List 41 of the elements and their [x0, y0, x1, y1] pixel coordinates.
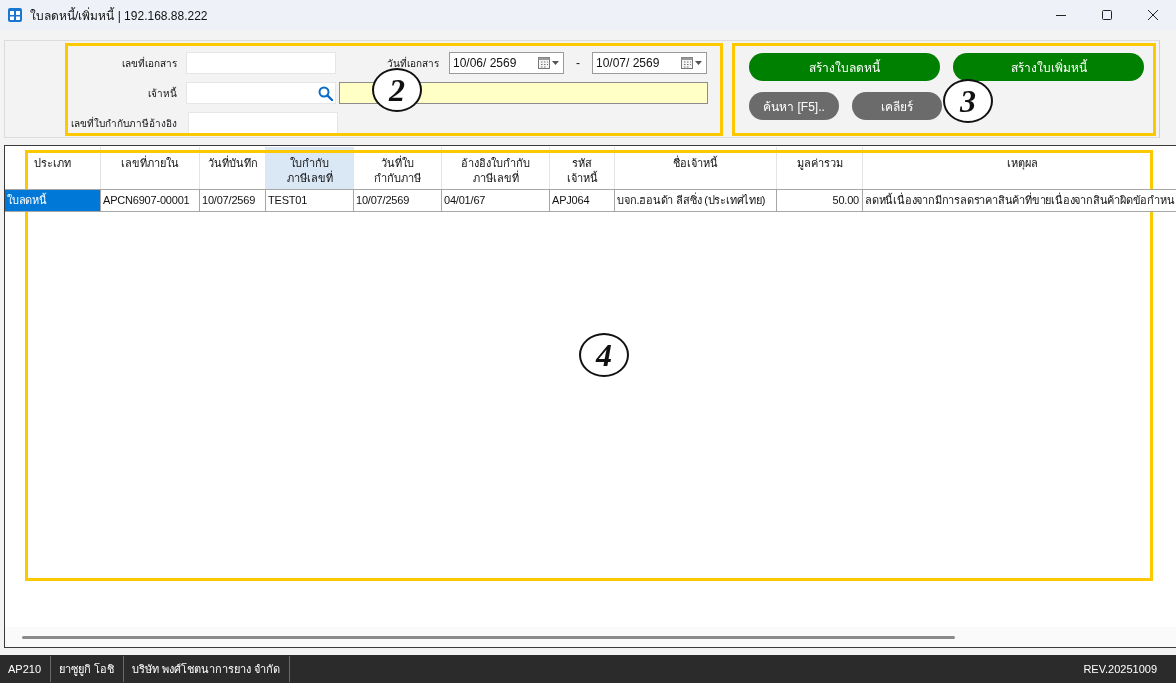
table-cell[interactable]: 04/01/67	[442, 189, 550, 212]
window-title: ใบลดหนี้/เพิ่มหนี้ | 192.168.88.222	[30, 6, 208, 25]
date-to-field[interactable]: 10/07/ 2569	[592, 52, 707, 74]
table-cell[interactable]: 10/07/2569	[354, 189, 442, 212]
create-button[interactable]: สร้างใบลดหนี้	[749, 53, 940, 81]
calendar-caret-icon[interactable]	[538, 57, 560, 69]
table-cell[interactable]: 50.00	[777, 189, 863, 212]
tax-invoice-reference-field[interactable]	[188, 112, 338, 134]
callout-number: 3	[943, 79, 993, 123]
scrollbar-thumb[interactable]	[22, 635, 955, 639]
callout-number: 2	[372, 68, 422, 112]
action-button[interactable]: เคลียร์	[852, 92, 942, 120]
field-label: เจ้าหนี้	[147, 85, 177, 101]
grid-app-icon	[8, 8, 22, 22]
status-text: ยาซูยูกิ โอชิ	[51, 656, 125, 682]
status-text: AP210	[0, 656, 52, 682]
field-label: เลขที่เอกสาร	[121, 55, 177, 71]
creditor-code-field[interactable]	[186, 82, 336, 104]
search-icon[interactable]	[318, 85, 333, 101]
action-button[interactable]: ค้นหา [F5]..	[749, 92, 839, 120]
table-cell[interactable]: APCN6907-00001	[101, 189, 200, 212]
maximize-icon[interactable]	[1102, 10, 1112, 20]
range-separator: -	[575, 56, 581, 70]
table-cell[interactable]: ลดหนี้เนื่องจากมีการลดราคาสินค้าที่ขายเนื่องจากสินค้าผิดข้อกำหน	[863, 189, 1176, 212]
table-cell[interactable]: TEST01	[266, 189, 354, 212]
table-cell[interactable]: ใบลดหนี้	[5, 189, 101, 212]
calendar-caret-icon[interactable]	[681, 57, 703, 69]
field-label: เลขที่ใบกำกับภาษีอ้างอิง	[70, 115, 177, 131]
close-icon[interactable]	[1148, 10, 1158, 20]
callout-number: 4	[579, 333, 629, 377]
create-button[interactable]: สร้างใบเพิ่มหนี้	[953, 53, 1144, 81]
date-from-field[interactable]: 10/06/ 2569	[449, 52, 564, 74]
table-cell[interactable]: บจก.ฮอนด้า ลีสซิ่ง (ประเทศไทย)	[615, 189, 777, 212]
field-label: วันที่เอกสาร	[386, 55, 439, 71]
table-cell[interactable]: 10/07/2569	[200, 189, 266, 212]
document-number-field[interactable]	[186, 52, 336, 74]
revision-text: REV.20251009	[1083, 663, 1157, 675]
table-cell[interactable]: APJ064	[550, 189, 615, 212]
minimize-icon[interactable]	[1056, 14, 1066, 16]
column-header[interactable]: ใบกำกับ ภาษีเลขที่	[266, 147, 354, 189]
status-text: บริษัท พงศ์โชตนาการยาง จำกัด	[124, 656, 291, 682]
